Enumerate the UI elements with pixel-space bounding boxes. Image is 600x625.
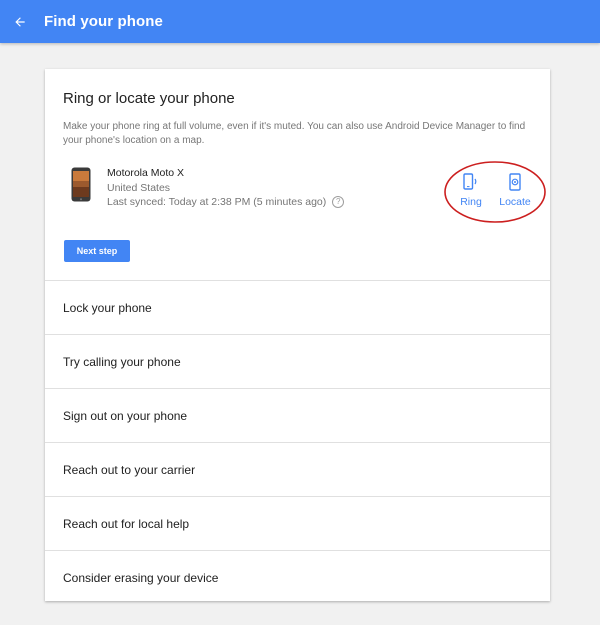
section-description: Make your phone ring at full volume, eve…	[63, 121, 526, 146]
last-synced-text: Last synced: Today at 2:38 PM (5 minutes…	[107, 196, 327, 209]
back-arrow-icon[interactable]	[10, 12, 30, 32]
step-label: Sign out on your phone	[63, 408, 188, 423]
step-row-sign-out[interactable]: Sign out on your phone	[45, 389, 550, 443]
help-icon[interactable]: ?	[332, 196, 345, 209]
ring-locate-section: Ring or locate your phone Make your phon…	[45, 69, 550, 281]
step-label: Consider erasing your device	[63, 570, 219, 585]
step-row-call[interactable]: Try calling your phone	[45, 335, 550, 389]
last-synced: Last synced: Today at 2:38 PM (5 minutes…	[107, 195, 345, 210]
step-row-local-help[interactable]: Reach out for local help	[45, 497, 550, 551]
find-phone-card: Ring or locate your phone Make your phon…	[45, 69, 550, 601]
locate-button[interactable]: Locate	[495, 173, 535, 208]
locate-phone-icon	[509, 173, 521, 191]
ring-label: Ring	[460, 196, 482, 208]
ring-phone-icon	[463, 173, 477, 190]
ring-button[interactable]: Ring	[454, 173, 488, 208]
page-title: Find your phone	[44, 13, 163, 30]
locate-label: Locate	[499, 196, 531, 208]
app-header: Find your phone	[0, 0, 600, 43]
step-label: Lock your phone	[63, 300, 152, 315]
next-step-button[interactable]: Next step	[64, 240, 130, 262]
step-label: Reach out for local help	[63, 516, 190, 531]
step-row-carrier[interactable]: Reach out to your carrier	[45, 443, 550, 497]
phone-image	[71, 167, 91, 202]
step-label: Try calling your phone	[63, 354, 181, 369]
section-title: Ring or locate your phone	[63, 90, 235, 107]
step-row-erase[interactable]: Consider erasing your device	[45, 551, 550, 604]
device-name: Motorola Moto X	[107, 167, 185, 179]
step-label: Reach out to your carrier	[63, 462, 196, 477]
device-info: Motorola Moto X United States Last synce…	[107, 166, 345, 210]
device-country: United States	[107, 181, 171, 194]
step-row-lock[interactable]: Lock your phone	[45, 281, 550, 335]
